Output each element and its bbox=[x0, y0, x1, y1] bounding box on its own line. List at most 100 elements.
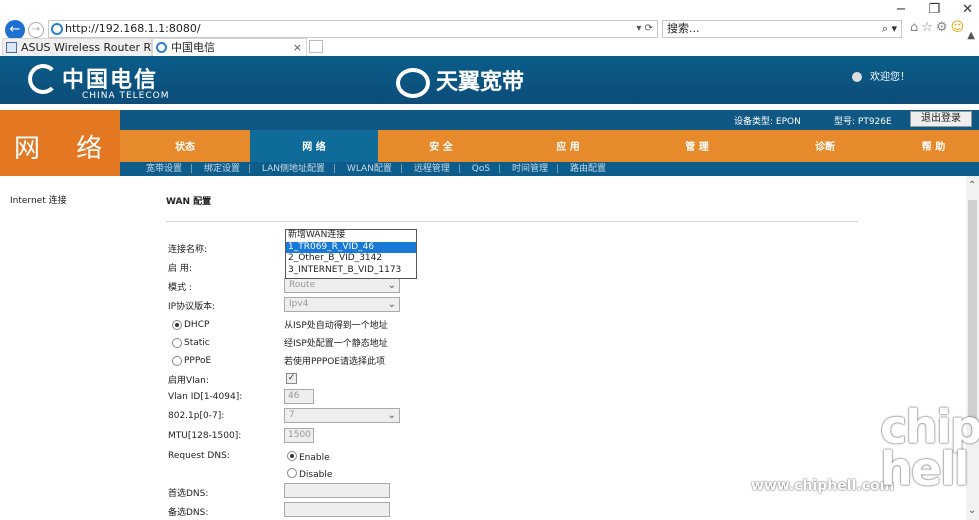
request-dns-label: Request DNS: bbox=[168, 451, 230, 461]
ip-version-label: IP协议版本: bbox=[168, 302, 216, 312]
mode-select[interactable]: Route ⌄ bbox=[284, 278, 400, 293]
dns-enable-radio[interactable] bbox=[287, 451, 297, 461]
connection-name-dropdown[interactable]: 新增WAN连接 1_TR069_R_VID_46 2_Other_B_VID_3… bbox=[285, 229, 417, 279]
wan-config-panel: WAN 配置 连接名称: 启 用: 模式 : Route ⌄ IP协议版本: Ip… bbox=[120, 176, 966, 520]
dhcp-desc: 从ISP处自动得到一个地址 bbox=[284, 321, 388, 331]
primary-dns-label: 首选DNS: bbox=[168, 489, 209, 499]
device-model: 型号: PT926E bbox=[834, 117, 892, 127]
welcome-message: 欢迎您！ bbox=[852, 68, 910, 83]
restore-button[interactable]: ❐ bbox=[928, 2, 940, 17]
dns-disable-radio[interactable] bbox=[287, 468, 297, 478]
tab-label: 中国电信 bbox=[171, 41, 215, 54]
address-url: http://192.168.1.1:8080/ bbox=[65, 22, 201, 35]
submenu-time[interactable]: 时间管理 bbox=[512, 164, 548, 174]
pppoe-radio[interactable] bbox=[172, 356, 182, 366]
mtu-input[interactable]: 1500 bbox=[284, 428, 314, 443]
menu-application[interactable]: 应 用 bbox=[504, 130, 632, 162]
ie-icon bbox=[51, 23, 63, 35]
device-type: 设备类型: EPON bbox=[734, 117, 801, 127]
chevron-up-icon[interactable]: ▲ bbox=[967, 30, 975, 41]
toolbar-icons: ⌂☆⚙☺ bbox=[910, 20, 967, 35]
brand-text: 天翼宽带 bbox=[436, 70, 525, 95]
refresh-icon[interactable]: ▾ ⟳ bbox=[636, 21, 653, 37]
search-input[interactable]: 搜索... ⌕ ▾ bbox=[662, 20, 902, 38]
submenu-routing[interactable]: 路由配置 bbox=[570, 164, 606, 174]
gear-icon[interactable]: ⚙ bbox=[936, 20, 951, 35]
dot1p-label: 802.1p[0-7]: bbox=[168, 411, 225, 421]
minimize-button[interactable]: − bbox=[896, 2, 907, 17]
menu-security[interactable]: 安 全 bbox=[378, 130, 504, 162]
forward-arrow-icon[interactable]: → bbox=[28, 22, 44, 38]
new-tab-button[interactable] bbox=[309, 40, 323, 53]
window-controls: − ❐ ✕ bbox=[896, 2, 973, 17]
ie-favicon-icon bbox=[156, 42, 167, 53]
dropdown-option-selected[interactable]: 1_TR069_R_VID_46 bbox=[286, 241, 416, 253]
address-bar[interactable]: http://192.168.1.1:8080/ ▾ ⟳ bbox=[48, 20, 658, 38]
dot1p-select[interactable]: 7 ⌄ bbox=[284, 408, 400, 423]
watermark-logo: chip hell bbox=[880, 400, 979, 496]
tab-label: ASUS Wireless Router RT-N6... bbox=[21, 41, 151, 54]
submenu-binding[interactable]: 绑定设置 bbox=[204, 164, 240, 174]
secondary-dns-input[interactable] bbox=[284, 502, 390, 517]
tab-asus[interactable]: ASUS Wireless Router RT-N6... bbox=[2, 38, 152, 56]
dhcp-radio[interactable] bbox=[172, 320, 182, 330]
tab-strip: ASUS Wireless Router RT-N6... 中国电信 × bbox=[0, 38, 979, 56]
page-title: WAN 配置 bbox=[166, 197, 212, 207]
vlan-id-label: Vlan ID[1-4094]: bbox=[168, 392, 243, 402]
vlan-id-input[interactable]: 46 bbox=[284, 389, 314, 404]
tianyi-swirl-icon bbox=[396, 68, 430, 98]
submenu-remote[interactable]: 远程管理 bbox=[414, 164, 450, 174]
primary-dns-input[interactable] bbox=[284, 483, 390, 498]
search-icon[interactable]: ⌕ ▾ bbox=[882, 21, 897, 37]
watermark-url: www.chiphell.com bbox=[751, 478, 895, 494]
search-placeholder: 搜索... bbox=[667, 22, 700, 35]
logout-button[interactable]: 退出登录 bbox=[910, 111, 972, 127]
static-desc: 经ISP处配置一个静态地址 bbox=[284, 339, 388, 349]
divider bbox=[166, 221, 858, 222]
enable-label: 启 用: bbox=[168, 264, 192, 274]
logo-en: CHINA TELECOM bbox=[82, 91, 170, 101]
back-arrow-icon[interactable]: ← bbox=[5, 20, 25, 40]
menu-help[interactable]: 帮 助 bbox=[888, 130, 979, 162]
submenu: 宽带设置 | 绑定设置 | LAN侧地址配置 | WLAN配置 | 远程管理 | QoS |… bbox=[120, 162, 979, 176]
static-radio[interactable] bbox=[172, 338, 182, 348]
menu-management[interactable]: 管 理 bbox=[632, 130, 762, 162]
logo-cn: 中国电信 bbox=[62, 68, 159, 93]
vlan-enable-checkbox[interactable]: ✓ bbox=[286, 373, 297, 384]
submenu-broadband[interactable]: 宽带设置 bbox=[146, 164, 182, 174]
pppoe-desc: 若使用PPPOE请选择此项 bbox=[284, 357, 386, 367]
connection-name-label: 连接名称: bbox=[168, 245, 208, 255]
menu-network[interactable]: 网 络 bbox=[250, 130, 378, 162]
scrollbar-thumb[interactable] bbox=[968, 200, 977, 420]
home-icon[interactable]: ⌂ bbox=[910, 20, 921, 35]
dropdown-option[interactable]: 2_Other_B_VID_3142 bbox=[286, 253, 416, 265]
router-banner: 中国电信 CHINA TELECOM 天翼宽带 欢迎您！ bbox=[0, 56, 979, 104]
mtu-label: MTU[128-1500]: bbox=[168, 431, 242, 441]
asus-favicon-icon bbox=[6, 42, 17, 53]
submenu-qos[interactable]: QoS bbox=[472, 164, 490, 174]
close-button[interactable]: ✕ bbox=[962, 2, 973, 17]
chevron-down-icon[interactable]: ⌄ bbox=[968, 505, 976, 516]
chevron-up-icon[interactable]: ⌃ bbox=[968, 180, 976, 191]
submenu-lan[interactable]: LAN侧地址配置 bbox=[262, 164, 325, 174]
mode-label: 模式 : bbox=[168, 283, 192, 293]
submenu-wlan[interactable]: WLAN配置 bbox=[347, 164, 392, 174]
chevron-down-icon: ⌄ bbox=[387, 280, 396, 291]
main-menu: 状态 网 络 安 全 应 用 管 理 诊断 帮 助 bbox=[120, 130, 979, 162]
sidebar-item-internet[interactable]: Internet 连接 bbox=[10, 193, 67, 206]
menu-status[interactable]: 状态 bbox=[120, 130, 250, 162]
secondary-dns-label: 备选DNS: bbox=[168, 508, 209, 518]
favorites-star-icon[interactable]: ☆ bbox=[921, 20, 936, 35]
chevron-down-icon: ⌄ bbox=[387, 299, 396, 310]
tianyi-logo: 天翼宽带 bbox=[396, 64, 524, 98]
menu-diagnostics[interactable]: 诊断 bbox=[762, 130, 888, 162]
dropdown-option[interactable]: 3_INTERNET_B_VID_1173 bbox=[286, 265, 416, 277]
china-telecom-logo: 中国电信 CHINA TELECOM bbox=[28, 62, 169, 101]
tab-china-telecom[interactable]: 中国电信 × bbox=[152, 38, 307, 56]
close-tab-icon[interactable]: × bbox=[293, 39, 302, 56]
smiley-icon[interactable]: ☺ bbox=[951, 20, 968, 35]
dropdown-option[interactable]: 新增WAN连接 bbox=[286, 230, 416, 242]
vlan-enable-label: 启用Vlan: bbox=[168, 376, 209, 386]
ip-version-select[interactable]: Ipv4 ⌄ bbox=[284, 297, 400, 312]
section-title: 网 络 bbox=[0, 110, 120, 176]
